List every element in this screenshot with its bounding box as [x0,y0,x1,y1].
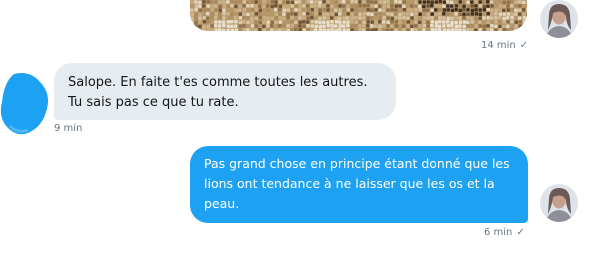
check-icon: ✓ [519,40,529,51]
message-text: Pas grand chose en principe étant donné … [204,156,510,211]
message-text: Salope. En faite t'es comme toutes les a… [68,75,368,110]
partner-avatar-shape [0,73,48,135]
user-avatar[interactable] [540,184,578,222]
mosaic-image [190,0,527,31]
user-avatar[interactable] [540,0,578,38]
message-image[interactable] [190,0,527,31]
partner-avatar[interactable] [0,72,52,136]
message-time: 9 min [54,123,83,134]
message-meta: 14 min ✓ [481,40,528,51]
user-avatar-image [540,0,578,38]
outgoing-message-bubble[interactable]: Pas grand chose en principe étant donné … [190,146,528,223]
user-avatar-image [540,184,578,222]
incoming-message-bubble[interactable]: Salope. En faite t'es comme toutes les a… [54,63,396,120]
message-time: 6 min [484,227,513,238]
check-icon: ✓ [516,227,525,238]
conversation-thread: 14 min ✓ Salope. En faite t'es comme tout… [0,0,591,259]
message-meta: 9 min [54,123,82,134]
message-time: 14 min [481,40,516,51]
message-meta: 6 min ✓ [484,227,525,238]
